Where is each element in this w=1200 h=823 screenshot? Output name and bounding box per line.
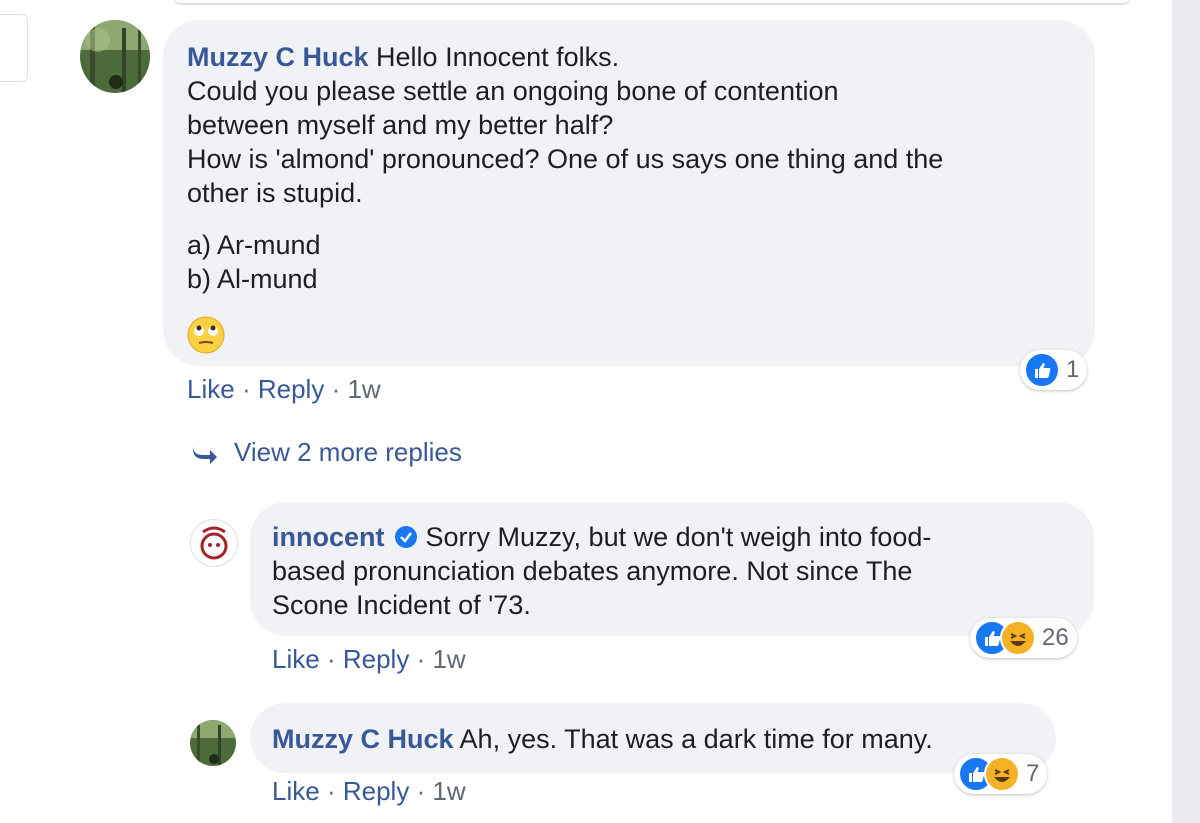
verified-badge-icon bbox=[395, 526, 418, 548]
like-link[interactable]: Like bbox=[187, 374, 235, 404]
comment-line: based pronunciation debates anymore. Not… bbox=[272, 556, 913, 586]
haha-reaction-icon bbox=[1000, 620, 1036, 656]
author-name[interactable]: innocent bbox=[272, 522, 385, 552]
comment-line: How is 'almond' pronounced? One of us sa… bbox=[187, 144, 944, 174]
like-link[interactable]: Like bbox=[272, 644, 320, 674]
comment-line: innocent Sorry Muzzy, but we don't weigh… bbox=[272, 522, 932, 552]
left-card bbox=[0, 14, 28, 82]
timestamp[interactable]: 1w bbox=[432, 644, 465, 674]
comment-actions: Like · Reply · 1w bbox=[187, 374, 381, 404]
haha-reaction-icon bbox=[984, 756, 1020, 792]
reply-link[interactable]: Reply bbox=[258, 374, 324, 404]
reply-link[interactable]: Reply bbox=[343, 644, 409, 674]
comment-line: Muzzy C Huck Ah, yes. That was a dark ti… bbox=[272, 724, 933, 754]
reaction-count: 7 bbox=[1026, 760, 1040, 787]
left-column bbox=[0, 0, 53, 823]
timestamp[interactable]: 1w bbox=[432, 776, 465, 806]
author-name[interactable]: Muzzy C Huck bbox=[187, 42, 369, 72]
author-name[interactable]: Muzzy C Huck bbox=[272, 724, 454, 754]
like-link[interactable]: Like bbox=[272, 776, 320, 806]
comment-actions: Like · Reply · 1w bbox=[272, 776, 466, 806]
previous-box-edge bbox=[172, 0, 1132, 5]
comment-line: between myself and my better half? bbox=[187, 110, 614, 140]
comment-line: Could you please settle an ongoing bone … bbox=[187, 76, 839, 106]
innocent-logo-avatar[interactable] bbox=[190, 519, 238, 567]
view-more-label: View 2 more replies bbox=[234, 437, 462, 467]
comment-line: b) Al-mund bbox=[187, 264, 318, 294]
avatar[interactable] bbox=[80, 20, 150, 93]
reply-link[interactable]: Reply bbox=[343, 776, 409, 806]
like-reaction-icon bbox=[1024, 352, 1060, 388]
timestamp[interactable]: 1w bbox=[347, 374, 380, 404]
avatar[interactable] bbox=[190, 720, 236, 766]
reaction-count: 26 bbox=[1042, 624, 1069, 651]
reply-arrow-icon bbox=[192, 445, 217, 464]
right-margin bbox=[1172, 0, 1200, 823]
reaction-count: 1 bbox=[1066, 356, 1080, 383]
comment-line: Muzzy C Huck Hello Innocent folks. bbox=[187, 42, 620, 72]
comment-actions: Like · Reply · 1w bbox=[272, 644, 466, 674]
comment-line: a) Ar-mund bbox=[187, 230, 321, 260]
view-more-replies[interactable]: View 2 more replies bbox=[190, 437, 462, 468]
reaction-summary[interactable]: 1 bbox=[1020, 350, 1088, 390]
reaction-summary[interactable]: 26 bbox=[970, 618, 1077, 658]
rolling-eyes-emoji-icon bbox=[186, 315, 226, 360]
reaction-summary[interactable]: 7 bbox=[954, 754, 1048, 794]
comment-line: Scone Incident of '73. bbox=[272, 590, 531, 620]
comment-line: other is stupid. bbox=[187, 178, 363, 208]
